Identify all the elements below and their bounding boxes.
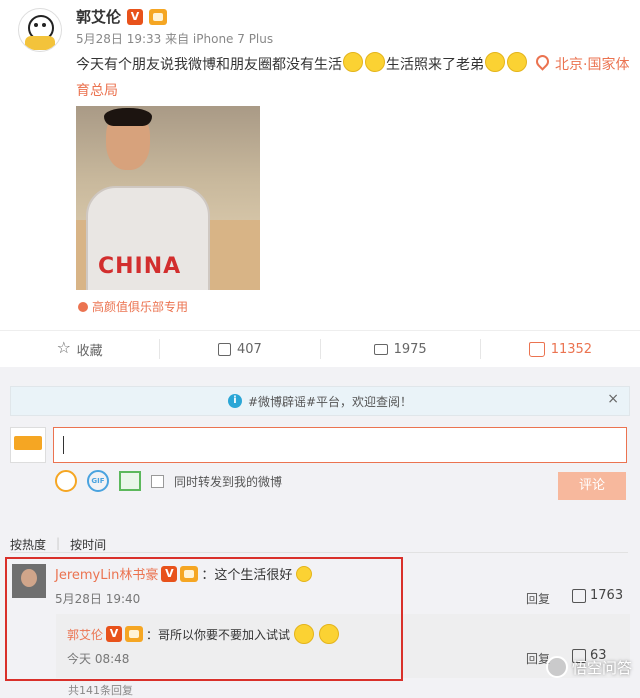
thumbs-up-icon (572, 588, 586, 603)
divider (10, 552, 628, 553)
repost-count: 407 (236, 341, 262, 357)
rumor-notice: i #微博辟谣#平台，欢迎查阅！ × (10, 386, 630, 416)
post-source[interactable]: 高颜值俱乐部专用 (78, 298, 188, 315)
repost-button[interactable]: 407 (160, 339, 321, 359)
comment-like-count: 1763 (590, 588, 624, 603)
gif-icon[interactable]: GIF (87, 470, 109, 492)
wukong-logo-icon (545, 656, 568, 678)
author-name-row: 郭艾伦 V (76, 6, 168, 27)
thumbs-up-icon (528, 341, 545, 357)
star-icon (57, 338, 71, 357)
post-photo[interactable]: CHINA (76, 106, 260, 290)
comment-icon (373, 343, 388, 355)
source-label: 高颜值俱乐部专用 (92, 300, 189, 314)
watermark: 悟空问答 (545, 656, 632, 678)
emoji-icon[interactable] (55, 470, 77, 492)
action-bar: 收藏 407 1975 11352 (0, 330, 640, 367)
weibo-post-card: 郭艾伦 V 5月28日 19:33 来自 iPhone 7 Plus 今天有个朋… (0, 0, 640, 330)
vip-crown-icon (149, 8, 168, 25)
info-icon: i (227, 394, 242, 408)
like-button[interactable]: 11352 (481, 339, 640, 359)
comment-like-button[interactable]: 1763 (572, 588, 623, 603)
favorite-button[interactable]: 收藏 (0, 338, 161, 359)
post-text-part2: 生活照来了老弟 (386, 57, 484, 73)
post-text: 今天有个朋友说我微博和朋友圈都没有生活 生活照来了老弟 北京·国家体育总局 (76, 52, 632, 104)
flower-icon (78, 301, 88, 312)
comment-input[interactable] (53, 427, 627, 463)
image-icon[interactable] (119, 471, 141, 491)
repost-icon (217, 342, 231, 356)
tab-sort-hot[interactable]: 按热度 (10, 536, 46, 553)
notice-text[interactable]: #微博辟谣#平台，欢迎查阅！ (248, 393, 412, 410)
favorite-label: 收藏 (76, 343, 103, 359)
laugh-emoji-icon (507, 52, 527, 72)
comment-count: 1975 (393, 341, 427, 357)
post-meta: 5月28日 19:33 来自 iPhone 7 Plus (76, 32, 274, 46)
location-pin-icon (533, 52, 552, 71)
submit-comment-button[interactable]: 评论 (558, 472, 626, 500)
tears-emoji-icon (365, 52, 385, 72)
watermark-text: 悟空问答 (571, 658, 632, 677)
verified-v-icon: V (127, 8, 144, 25)
author-name[interactable]: 郭艾伦 (76, 6, 121, 27)
comment-button[interactable]: 1975 (321, 339, 481, 359)
more-replies-link[interactable]: 共141条回复 (68, 682, 133, 698)
laugh-emoji-icon (485, 52, 505, 72)
sort-tabs: 按热度 | 按时间 (10, 536, 107, 553)
composer-tools: GIF 同时转发到我的微博 (55, 470, 282, 492)
close-icon[interactable]: × (607, 391, 619, 407)
author-avatar[interactable] (18, 8, 62, 52)
my-avatar[interactable] (10, 427, 46, 463)
reply-button[interactable]: 回复 (526, 590, 550, 607)
repost-checkbox-label: 同时转发到我的微博 (174, 474, 283, 489)
tab-sort-time[interactable]: 按时间 (70, 536, 106, 553)
jersey-text: CHINA (98, 254, 182, 279)
tears-emoji-icon (343, 52, 363, 72)
post-text-part1: 今天有个朋友说我微博和朋友圈都没有生活 (76, 57, 342, 73)
annotation-highlight-box (5, 557, 403, 681)
like-count: 11352 (550, 341, 593, 357)
repost-checkbox[interactable] (151, 474, 164, 488)
